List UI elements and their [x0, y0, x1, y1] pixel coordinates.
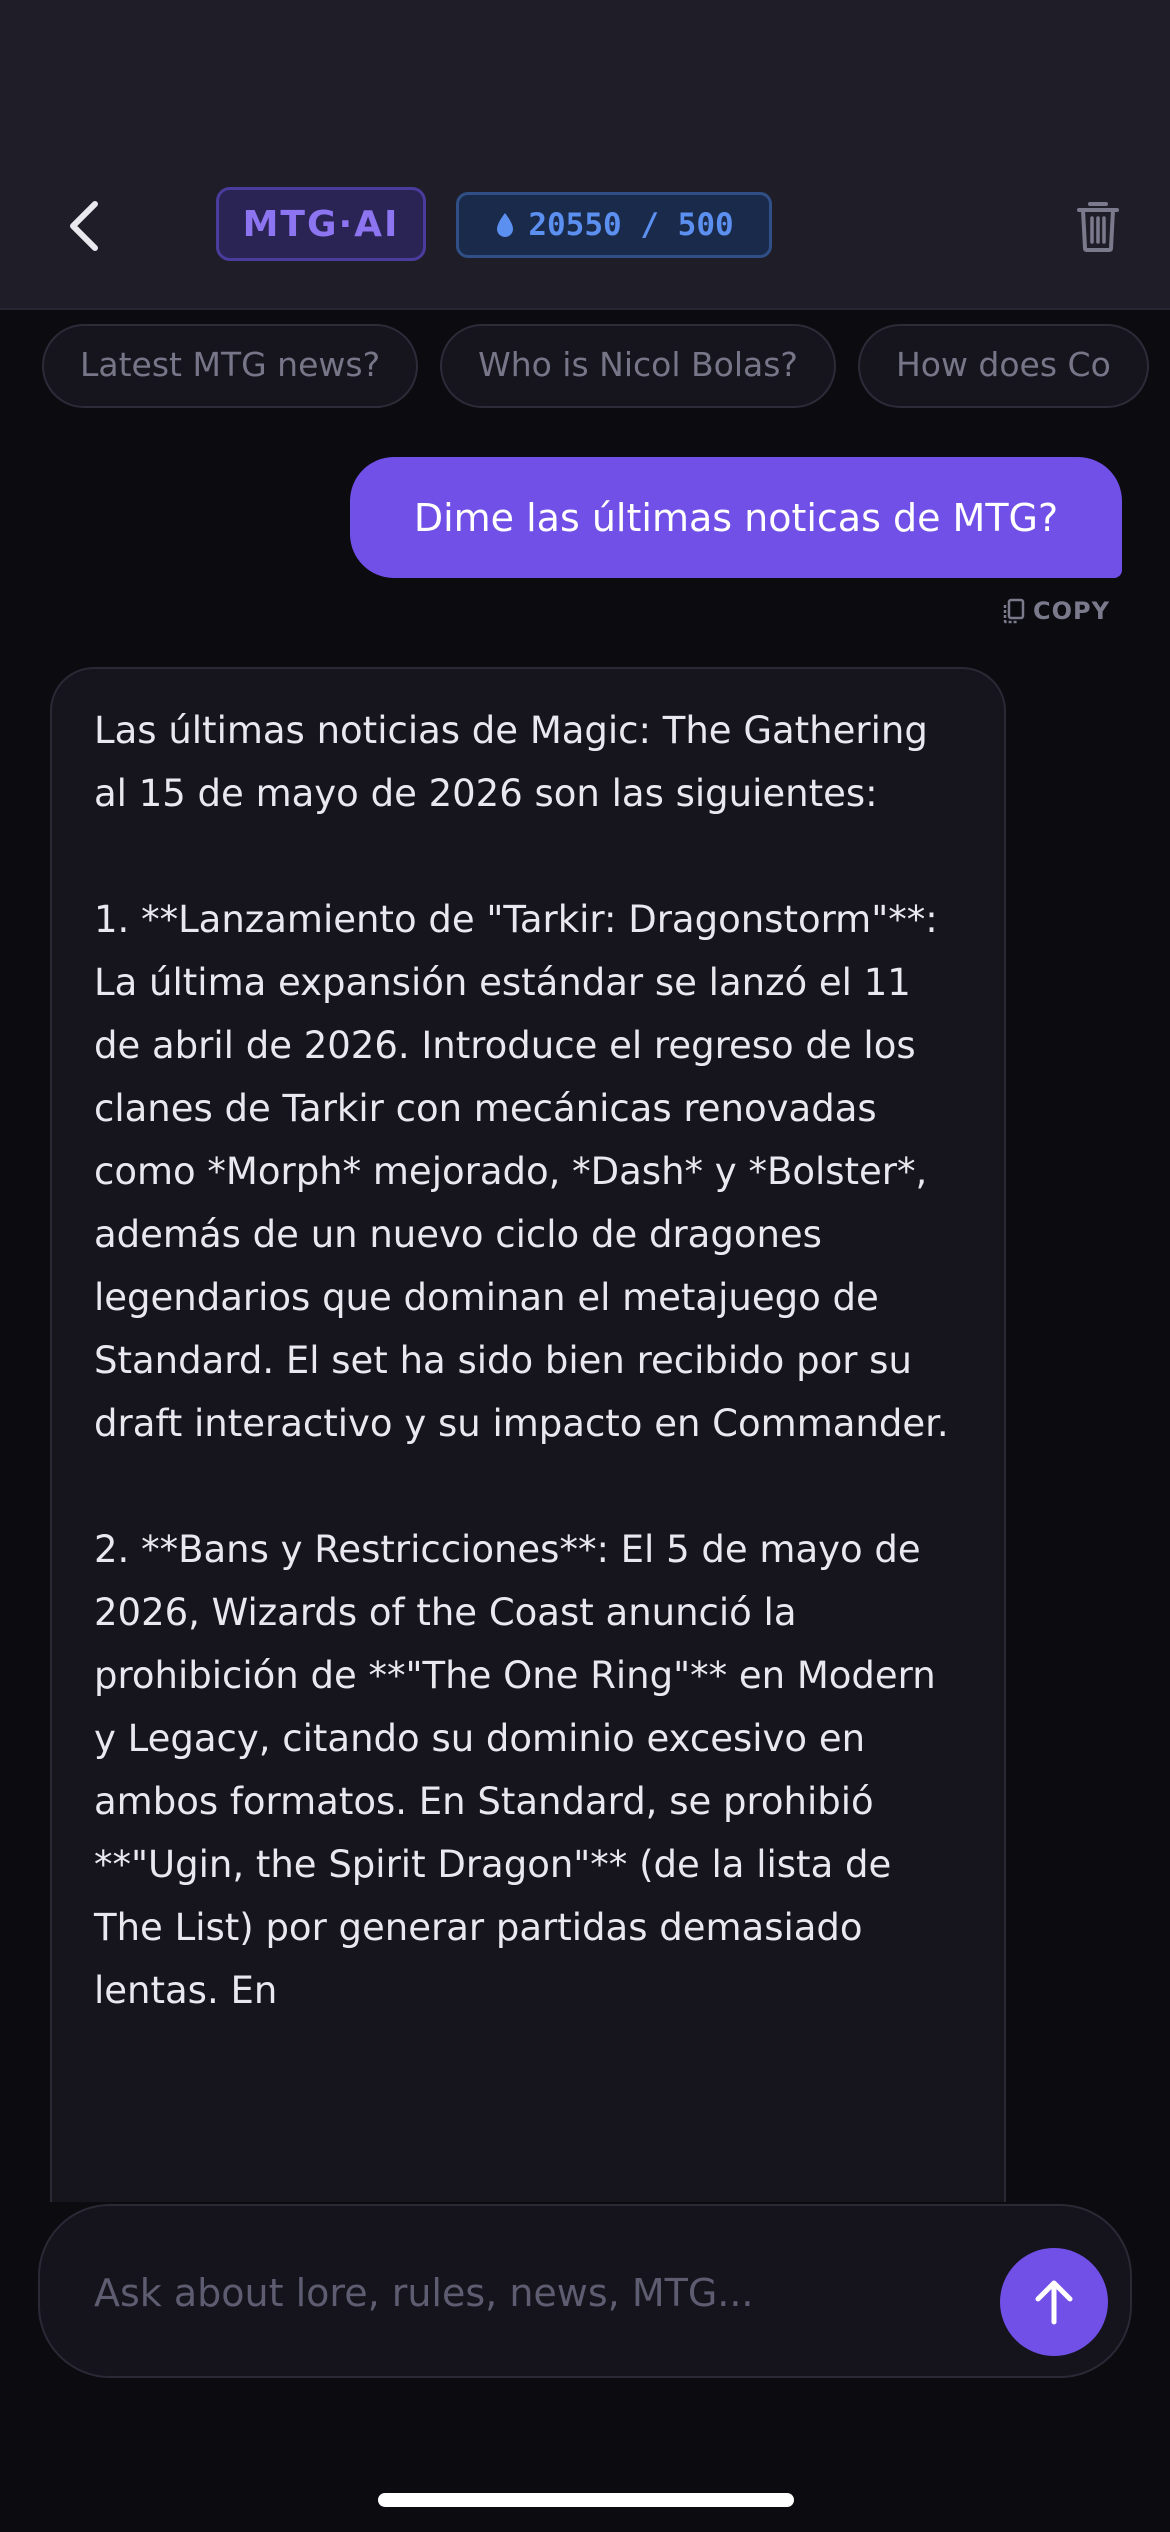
credits-badge: 20550 / 500 — [456, 192, 772, 258]
message-composer — [38, 2204, 1132, 2378]
home-indicator[interactable] — [378, 2493, 794, 2507]
suggestion-chip[interactable]: How does Co — [857, 324, 1149, 408]
trash-icon — [1077, 202, 1119, 252]
back-button[interactable] — [50, 186, 120, 266]
brand-badge: MTG·AI — [216, 187, 426, 261]
suggestion-chips: Latest MTG news? Who is Nicol Bolas? How d… — [42, 324, 1170, 408]
user-message-bubble: Dime las últimas noticas de MTG? — [350, 457, 1122, 578]
drop-icon — [497, 213, 514, 237]
copy-label: COPY — [1033, 597, 1110, 625]
top-bar: MTG·AI 20550 / 500 — [0, 0, 1170, 310]
brand-label: MTG·AI — [242, 203, 400, 245]
delete-chat-button[interactable] — [1068, 192, 1128, 260]
assistant-message-text: Las últimas noticias de Magic: The Gathe… — [94, 709, 949, 2012]
send-button[interactable] — [1000, 2248, 1108, 2356]
copy-button[interactable]: COPY — [1003, 592, 1110, 630]
arrow-up-icon — [1035, 2280, 1073, 2325]
user-message-text: Dime las últimas noticas de MTG? — [413, 495, 1059, 540]
suggestion-chip[interactable]: Latest MTG news? — [42, 324, 419, 408]
assistant-message-bubble: Las últimas noticias de Magic: The Gathe… — [50, 667, 1006, 2202]
copy-icon — [1003, 598, 1025, 624]
credits-value: 20550 / 500 — [528, 207, 734, 243]
chevron-left-icon — [70, 201, 98, 251]
message-input[interactable] — [92, 2260, 996, 2326]
suggestion-chip[interactable]: Who is Nicol Bolas? — [440, 324, 836, 408]
